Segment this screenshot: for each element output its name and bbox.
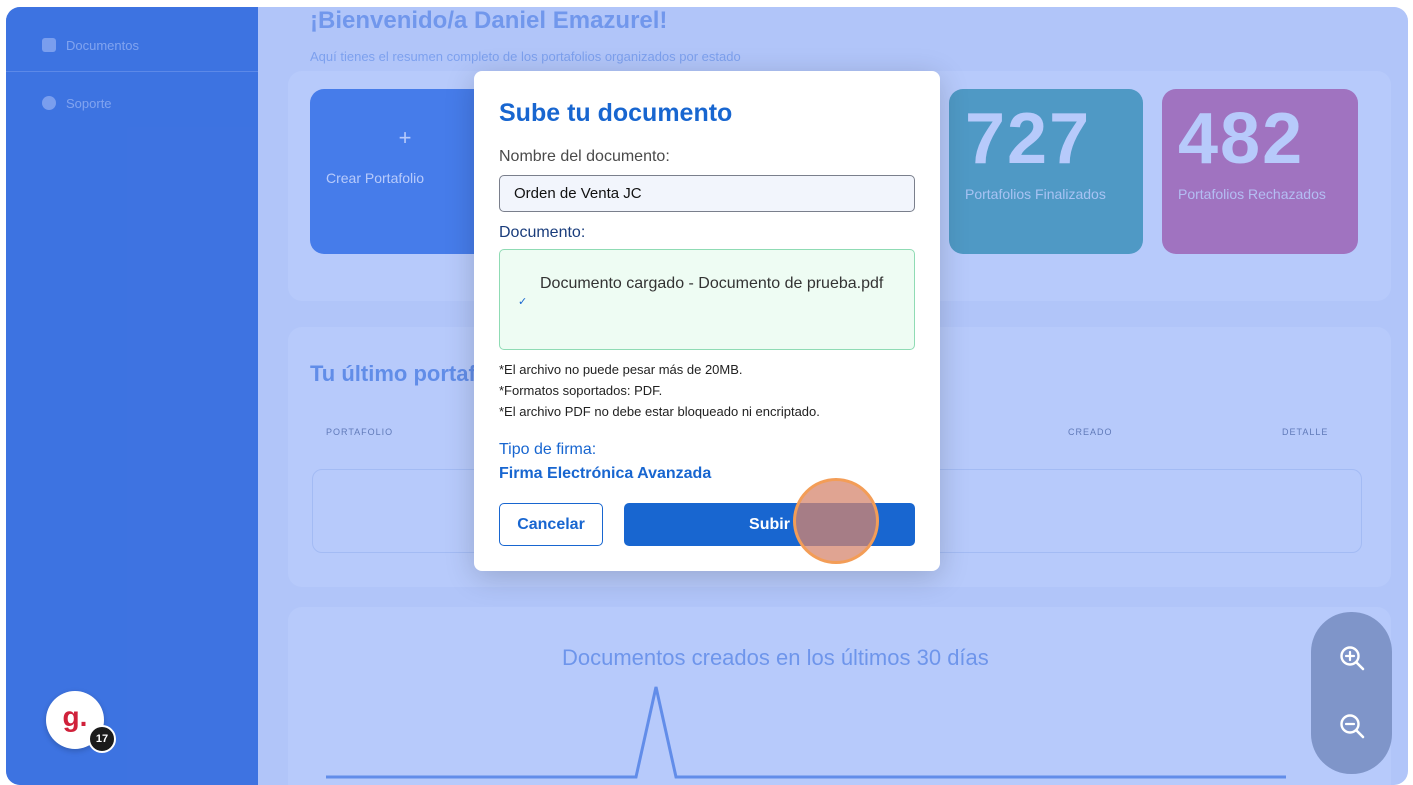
name-label: Nombre del documento: [499,148,670,165]
document-name-input[interactable] [499,175,915,212]
file-requirements: *El archivo no puede pesar más de 20MB. … [499,360,820,422]
zoom-out-icon[interactable] [1332,706,1372,746]
click-indicator [793,478,879,564]
dialog-title: Sube tu documento [499,99,733,127]
notification-count-badge: 17 [88,725,116,753]
upload-dropzone[interactable]: ✓ Documento cargado - Documento de prueb… [499,249,915,350]
note-item: *El archivo PDF no debe estar bloqueado … [499,403,820,419]
signature-type-value[interactable]: Firma Electrónica Avanzada [499,465,711,483]
upload-status: Documento cargado - Documento de prueba.… [540,275,884,292]
app-window: Documentos Soporte ¡Bienvenido/a Daniel … [6,7,1408,785]
document-label: Documento: [499,224,586,241]
cancel-button[interactable]: Cancelar [499,503,603,546]
zoom-in-icon[interactable] [1332,638,1372,678]
zoom-controls [1311,612,1392,774]
note-item: *Formatos soportados: PDF. [499,382,663,398]
check-icon: ✓ [518,296,528,308]
note-item: *El archivo no puede pesar más de 20MB. [499,362,743,377]
signature-type-label: Tipo de firma: [499,441,597,458]
logo-text: g. [62,701,88,732]
